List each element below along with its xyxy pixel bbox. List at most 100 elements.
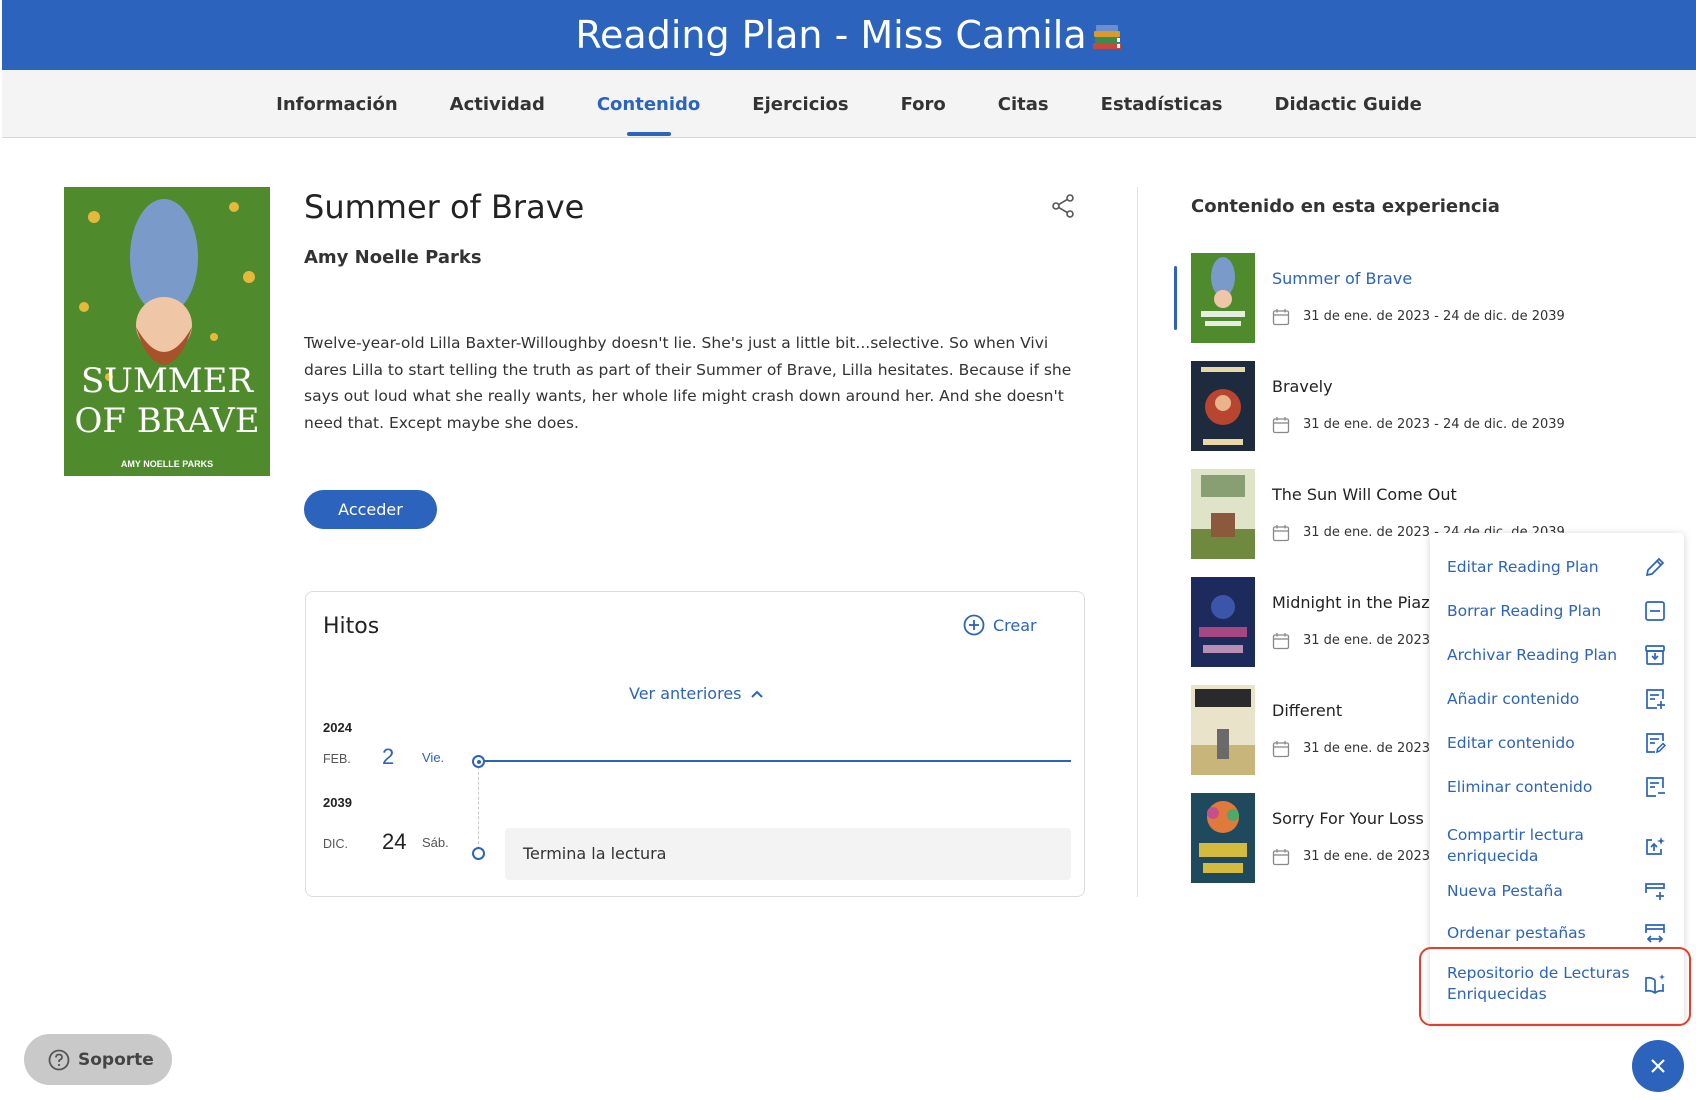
create-milestone-button[interactable]: Crear	[963, 614, 1037, 636]
calendar-icon	[1272, 417, 1290, 434]
menu-item-label: Añadir contenido	[1447, 689, 1580, 708]
milestones-card: Hitos Crear Ver anteriores 2024 FEB. 2 V…	[305, 591, 1085, 897]
content-item-title: Midnight in the Piazza	[1272, 593, 1448, 612]
calendar-icon	[1272, 741, 1290, 758]
highlight-annotation	[1419, 947, 1691, 1026]
content-item-title: Summer of Brave	[1272, 269, 1413, 288]
milestone-month: DIC.	[323, 837, 348, 851]
menu-item-new-tab[interactable]: Nueva Pestaña	[1447, 879, 1667, 903]
milestone-year: 2039	[323, 795, 352, 810]
book-description: Twelve-year-old Lilla Baxter-Willoughby …	[304, 334, 1072, 432]
cover-author: AMY NOELLE PARKS	[121, 459, 213, 469]
menu-item-label: Borrar Reading Plan	[1447, 601, 1602, 620]
calendar-icon	[1272, 849, 1290, 866]
milestone-event[interactable]: Termina la lectura	[505, 828, 1071, 880]
milestone-weekday: Vie.	[422, 750, 445, 765]
add-content-icon	[1646, 689, 1665, 709]
share-enriched-icon	[1646, 837, 1665, 855]
tab-contenido[interactable]: Contenido	[571, 70, 726, 138]
calendar-icon	[1272, 633, 1290, 650]
book-thumbnail	[1191, 685, 1255, 775]
help-circle-icon	[48, 1049, 70, 1070]
content-item-title: Sorry For Your Loss	[1272, 809, 1424, 828]
book-thumbnail	[1191, 469, 1255, 559]
content-item[interactable]: Bravely 31 de ene. de 2023 - 24 de dic. …	[1191, 361, 1565, 451]
book-thumbnail	[1191, 793, 1255, 883]
tab-ejercicios[interactable]: Ejercicios	[726, 70, 874, 138]
book-thumbnail	[1191, 577, 1255, 667]
tab-citas[interactable]: Citas	[972, 70, 1075, 138]
milestone-year: 2024	[323, 720, 352, 735]
tab-foro[interactable]: Foro	[875, 70, 972, 138]
sort-tabs-icon	[1645, 924, 1665, 943]
edit-content-icon	[1646, 733, 1667, 754]
timeline-line	[484, 760, 1071, 762]
new-tab-icon	[1645, 883, 1665, 900]
menu-item-archive-plan[interactable]: Archivar Reading Plan	[1447, 643, 1667, 667]
delete-content-icon	[1646, 777, 1665, 797]
close-menu-button[interactable]	[1632, 1040, 1684, 1092]
books-icon	[1092, 25, 1121, 49]
support-button[interactable]: Soporte	[24, 1034, 172, 1085]
timeline-dot-current	[472, 755, 485, 768]
content-item-title: Bravely	[1272, 377, 1333, 396]
calendar-icon	[1272, 525, 1290, 542]
menu-item-delete-content[interactable]: Eliminar contenido	[1447, 775, 1667, 799]
book-thumbnail	[1191, 253, 1255, 343]
menu-item-delete-plan[interactable]: Borrar Reading Plan	[1447, 599, 1667, 623]
milestone-day: 24	[382, 829, 407, 854]
book-cover-image: SUMMER OF BRAVE AMY NOELLE PARKS	[64, 187, 270, 476]
menu-item-label: Ordenar pestañas	[1447, 923, 1586, 942]
menu-item-edit-plan[interactable]: Editar Reading Plan	[1447, 555, 1667, 579]
content-panel-title: Contenido en esta experiencia	[1191, 196, 1500, 217]
cover-title-line1: SUMMER	[81, 361, 254, 401]
pencil-icon	[1645, 557, 1665, 577]
timeline-connector	[478, 762, 479, 854]
menu-item-label: Archivar Reading Plan	[1447, 645, 1618, 664]
archive-icon	[1645, 645, 1665, 665]
chevron-up-icon	[750, 690, 763, 698]
support-label: Soporte	[78, 1049, 154, 1070]
minus-box-icon	[1645, 601, 1665, 621]
menu-item-share-enriched[interactable]: Compartir lectura enriquecida	[1447, 825, 1667, 867]
app-header: Reading Plan - Miss Camila	[2, 0, 1696, 70]
access-button[interactable]: Acceder	[304, 490, 437, 529]
tab-actividad[interactable]: Actividad	[424, 70, 571, 138]
menu-item-edit-content[interactable]: Editar contenido	[1447, 731, 1667, 755]
column-divider	[1137, 187, 1138, 897]
book-title: Summer of Brave	[304, 188, 585, 226]
menu-item-sort-tabs[interactable]: Ordenar pestañas	[1447, 921, 1667, 945]
header-title: Reading Plan - Miss Camila	[575, 13, 1087, 57]
share-icon[interactable]	[1050, 193, 1076, 219]
milestone-weekday: Sáb.	[422, 835, 449, 850]
milestone-day: 2	[382, 744, 395, 769]
create-label: Crear	[993, 615, 1037, 635]
selected-indicator	[1174, 266, 1177, 330]
calendar-icon	[1272, 309, 1290, 326]
content-item-date: 31 de ene. de 2023 - 24 de dic. de 2039	[1303, 417, 1565, 432]
timeline-dot	[472, 847, 485, 860]
content-item-title: Different	[1272, 701, 1343, 720]
content-item-date: 31 de ene. de 2023 - 24 de dic. de 2039	[1303, 309, 1565, 324]
see-previous-label: Ver anteriores	[629, 684, 742, 703]
menu-item-label: Editar Reading Plan	[1447, 557, 1599, 576]
book-author: Amy Noelle Parks	[304, 247, 482, 268]
content-item-title: The Sun Will Come Out	[1272, 485, 1457, 504]
cover-title-line2: OF BRAVE	[74, 401, 259, 441]
see-previous-button[interactable]: Ver anteriores	[629, 684, 764, 703]
plus-circle-icon	[963, 614, 985, 636]
tab-didactic-guide[interactable]: Didactic Guide	[1249, 70, 1448, 138]
menu-item-add-content[interactable]: Añadir contenido	[1447, 687, 1667, 711]
menu-item-label: Nueva Pestaña	[1447, 881, 1563, 900]
close-icon	[1651, 1059, 1665, 1073]
content-item[interactable]: Summer of Brave 31 de ene. de 2023 - 24 …	[1191, 253, 1565, 343]
tab-estadisticas[interactable]: Estadísticas	[1075, 70, 1249, 138]
menu-item-label: Editar contenido	[1447, 733, 1575, 752]
milestones-title: Hitos	[323, 614, 380, 639]
tab-bar: Información Actividad Contenido Ejercici…	[2, 70, 1696, 138]
menu-item-label: Eliminar contenido	[1447, 777, 1593, 796]
book-thumbnail	[1191, 361, 1255, 451]
milestone-month: FEB.	[323, 752, 351, 766]
tab-informacion[interactable]: Información	[250, 70, 424, 138]
menu-item-label: Compartir lectura enriquecida	[1447, 826, 1584, 865]
